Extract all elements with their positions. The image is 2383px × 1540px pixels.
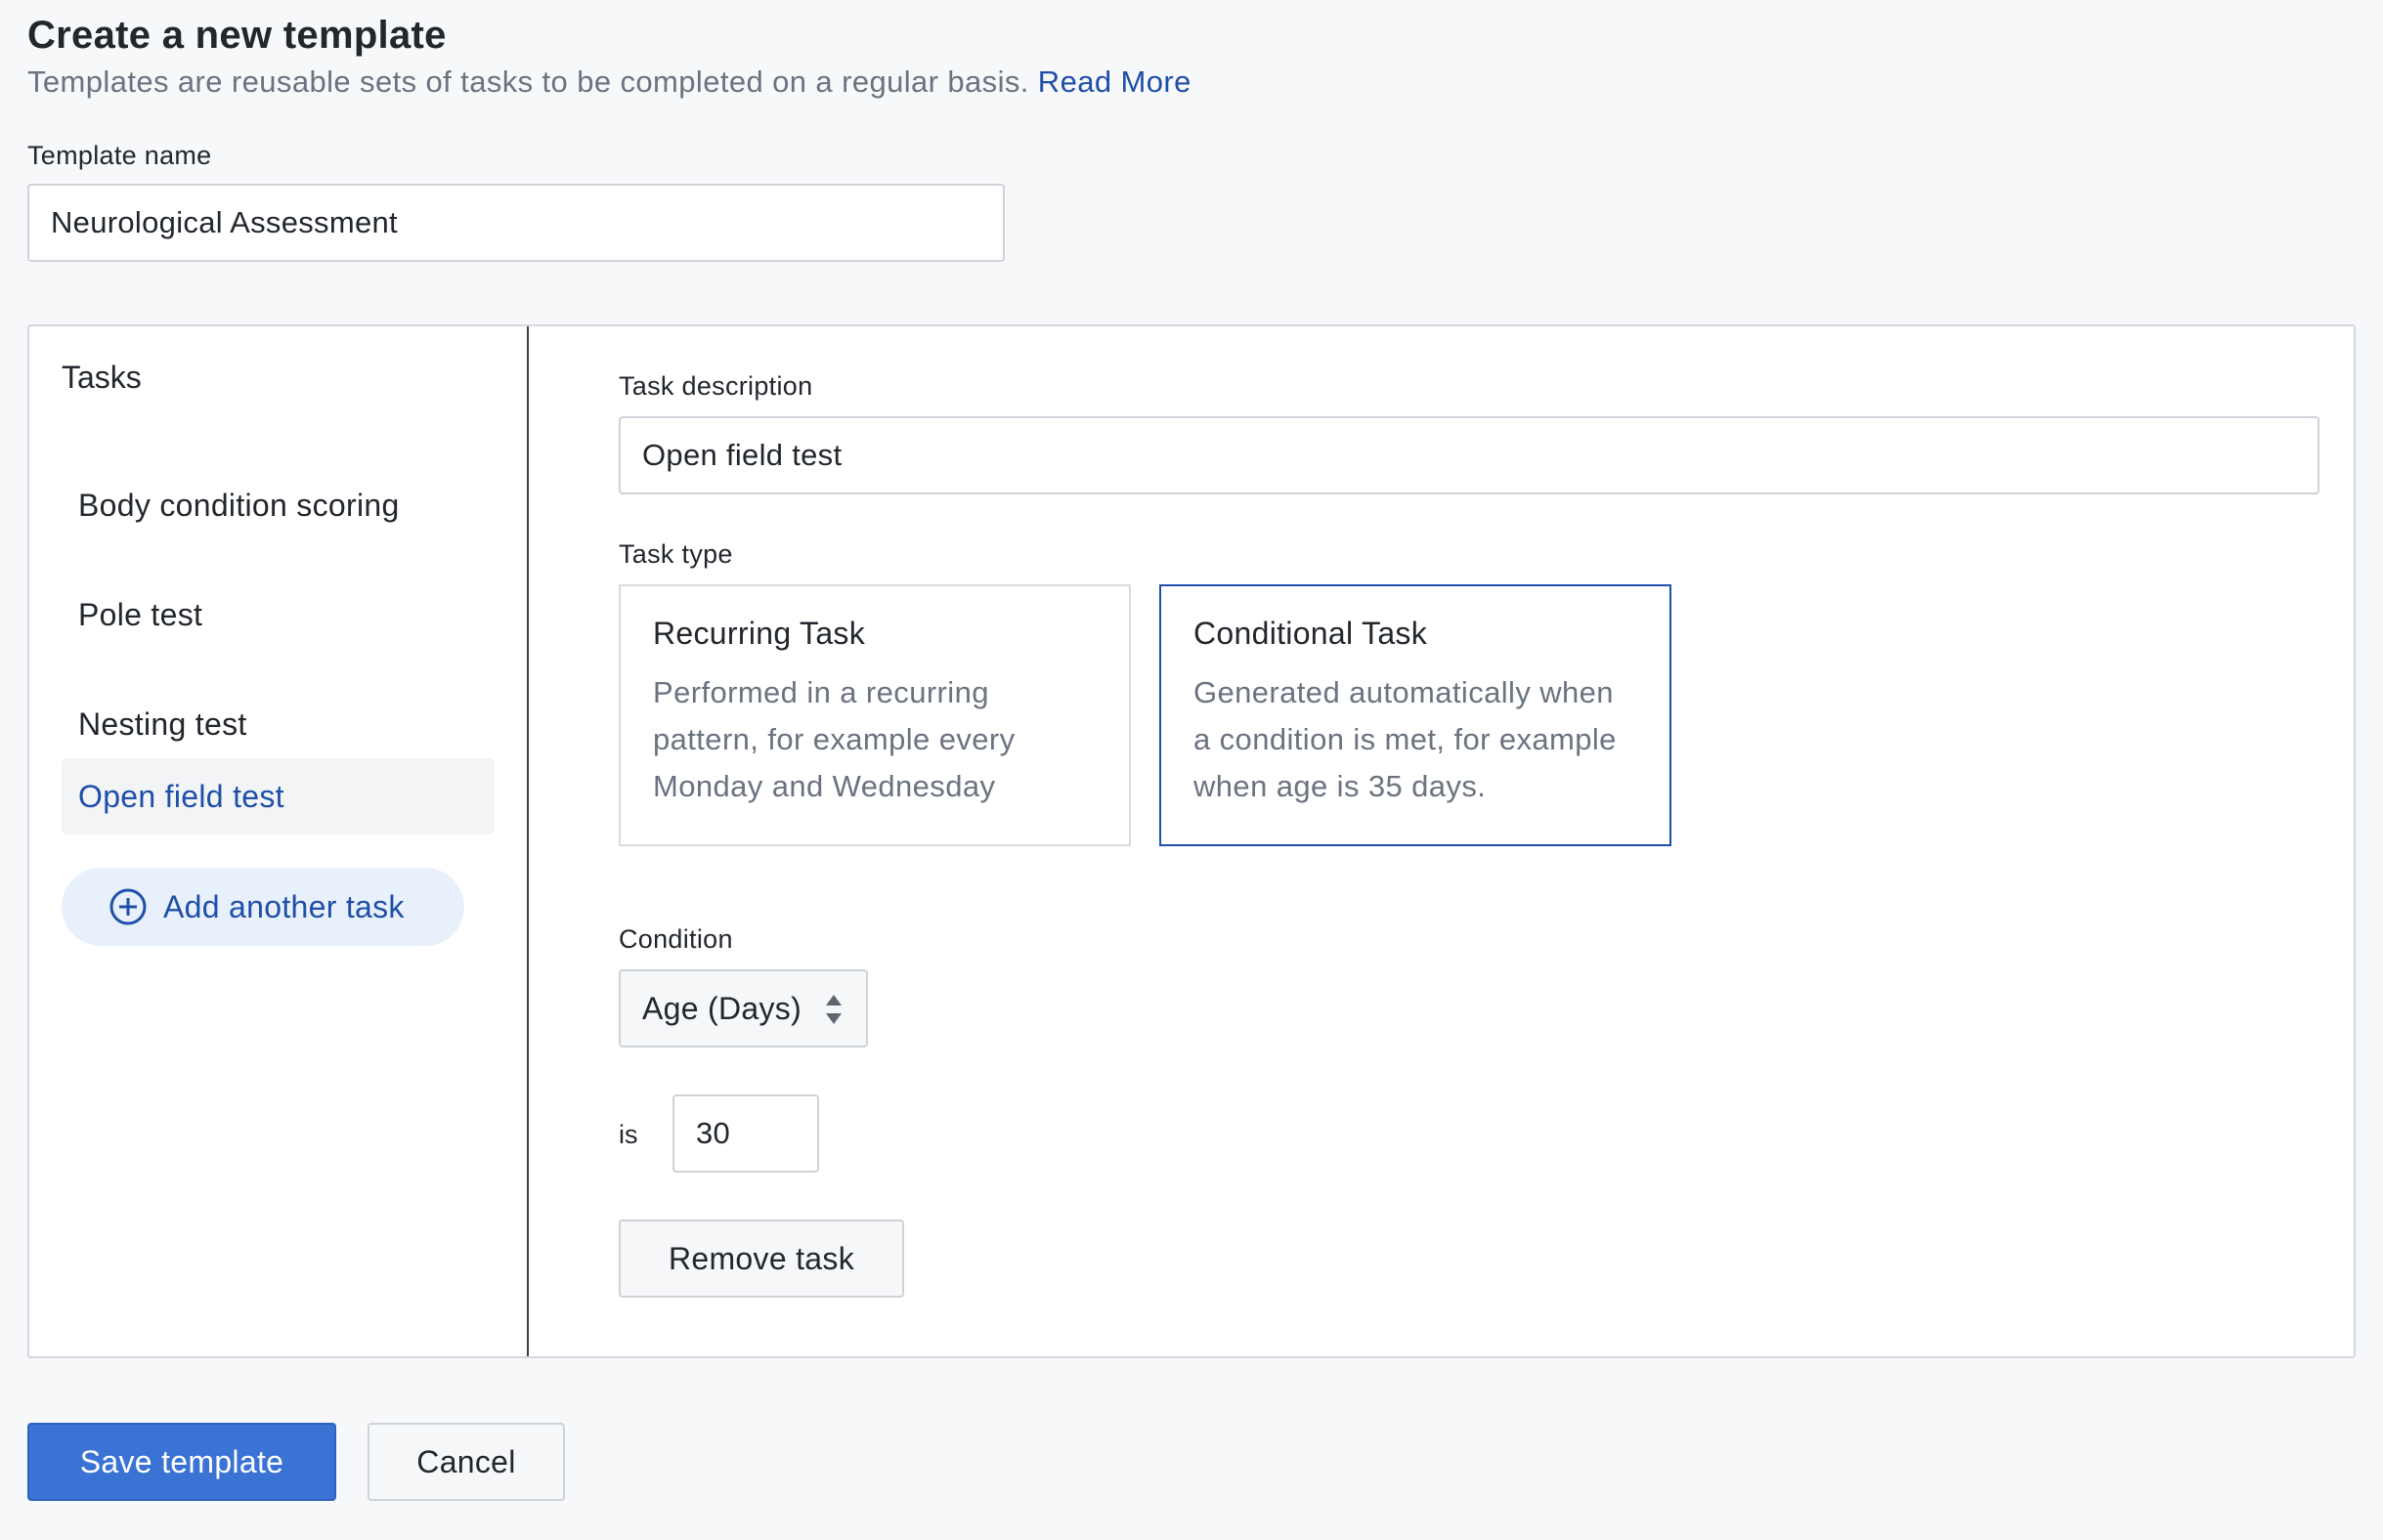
page-title: Create a new template — [27, 14, 447, 57]
add-another-task-label: Add another task — [163, 888, 405, 924]
sidebar-item-open-field-test[interactable]: Open field test — [62, 758, 495, 834]
task-description-input[interactable] — [619, 416, 2319, 494]
is-label: is — [619, 1120, 638, 1149]
template-name-label: Template name — [27, 141, 212, 170]
task-editor-panel: Tasks Body condition scoring Pole test N… — [27, 324, 2356, 1358]
remove-task-button[interactable]: Remove task — [619, 1219, 904, 1298]
sidebar-item-nesting-test[interactable]: Nesting test — [62, 686, 495, 762]
page-subtitle: Templates are reusable sets of tasks to … — [27, 64, 1192, 100]
recurring-task-title: Recurring Task — [653, 616, 866, 651]
condition-label: Condition — [619, 924, 733, 954]
condition-select[interactable]: Age (Days) — [619, 969, 868, 1048]
sidebar-item-body-condition-scoring[interactable]: Body condition scoring — [62, 467, 495, 543]
task-detail: Task description Task type Recurring Tas… — [531, 326, 2354, 1356]
conditional-task-option[interactable]: Conditional Task Generated automatically… — [1159, 584, 1671, 846]
sidebar-item-label: Pole test — [78, 596, 203, 632]
recurring-task-option[interactable]: Recurring Task Performed in a recurring … — [619, 584, 1131, 846]
plus-circle-icon — [108, 887, 148, 926]
add-another-task-button[interactable]: Add another task — [62, 868, 464, 946]
subtitle-text: Templates are reusable sets of tasks to … — [27, 64, 1029, 99]
tasks-sidebar: Tasks Body condition scoring Pole test N… — [29, 326, 529, 1356]
select-arrows-icon — [825, 993, 843, 1026]
cancel-button[interactable]: Cancel — [368, 1423, 565, 1501]
conditional-task-description: Generated automatically when a condition… — [1193, 675, 1617, 803]
sidebar-item-pole-test[interactable]: Pole test — [62, 577, 495, 653]
task-type-label: Task type — [619, 539, 733, 569]
sidebar-item-label: Nesting test — [78, 706, 247, 742]
sidebar-item-label: Open field test — [78, 778, 284, 814]
read-more-link[interactable]: Read More — [1038, 64, 1192, 99]
conditional-task-title: Conditional Task — [1193, 616, 1428, 651]
sidebar-item-label: Body condition scoring — [78, 487, 400, 523]
task-description-label: Task description — [619, 371, 813, 401]
save-template-button[interactable]: Save template — [27, 1423, 336, 1501]
condition-value-input[interactable] — [672, 1094, 819, 1173]
tasks-heading: Tasks — [62, 360, 142, 395]
template-name-input[interactable] — [27, 184, 1005, 262]
recurring-task-description: Performed in a recurring pattern, for ex… — [653, 675, 1016, 803]
condition-select-value: Age (Days) — [642, 990, 802, 1026]
